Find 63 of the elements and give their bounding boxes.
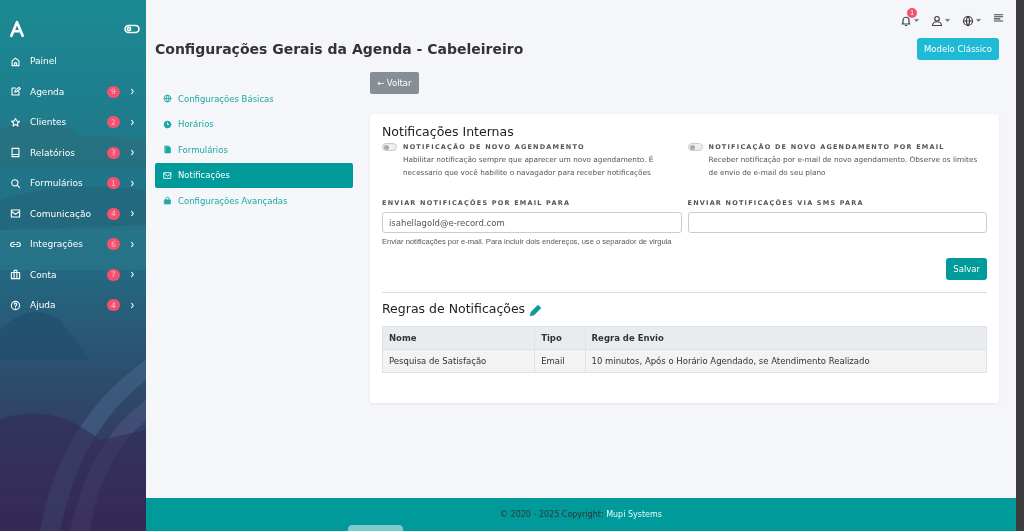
scrollbar[interactable] <box>1016 0 1024 531</box>
copyright-text: © 2020 - 2025 Copyright: Mupi Systems <box>500 510 662 519</box>
book-icon <box>10 147 21 159</box>
settings-nav-item[interactable]: Notificações <box>155 162 353 188</box>
back-button[interactable]: ← Voltar <box>370 72 419 94</box>
column-header: Nome <box>382 326 535 350</box>
sidebar-label: Formulários <box>30 178 84 189</box>
chevron-icon <box>129 301 136 309</box>
sidebar-label: Clientes <box>30 117 68 128</box>
edit-icon <box>10 86 21 98</box>
menu-icon <box>993 11 1004 23</box>
sidebar-label: Relatórios <box>30 147 76 158</box>
sidebar-label: Integrações <box>30 239 85 250</box>
caret-icon <box>914 18 919 23</box>
section-title: Regras de Notificações <box>382 301 526 316</box>
lock-icon <box>163 196 172 206</box>
file-icon <box>163 145 172 155</box>
briefcase-icon <box>10 269 21 281</box>
star-icon <box>10 116 21 128</box>
logo-icon <box>8 20 26 38</box>
chevron-icon <box>129 118 136 126</box>
user-icon <box>931 14 943 27</box>
classic-model-button[interactable]: Modelo Clássico <box>916 38 999 60</box>
column-header: Regra de Envio <box>585 326 987 350</box>
chevron-icon <box>129 271 136 279</box>
sidebar-label: Comunicação <box>30 208 92 219</box>
section-title: Notificações Internas <box>382 124 515 139</box>
globe-icon <box>163 94 172 104</box>
sidebar-label: Painel <box>30 56 58 67</box>
caret-icon <box>976 18 981 23</box>
mail-icon <box>163 170 172 180</box>
sidebar-label: Ajuda <box>30 300 57 311</box>
sidebar-item[interactable]: Painel <box>0 46 146 77</box>
help-icon <box>10 299 21 311</box>
bell-icon <box>900 14 912 27</box>
chevron-icon <box>129 88 136 96</box>
page-title: Configurações Gerais da Agenda - Cabeleireiro <box>155 41 524 57</box>
sidebar-label: Conta <box>30 269 58 280</box>
settings-nav-item[interactable]: Configurações Básicas <box>155 86 353 112</box>
chevron-icon <box>129 240 136 248</box>
chevron-icon <box>129 179 136 187</box>
chevron-icon <box>129 149 136 157</box>
search-icon <box>10 177 21 189</box>
input-field[interactable] <box>687 212 987 233</box>
input-field[interactable]: isahellagold@e-record.com <box>382 212 682 233</box>
toggle-switch[interactable] <box>687 143 703 151</box>
caret-icon <box>945 18 950 23</box>
settings-nav-item[interactable]: Configurações Avançadas <box>155 188 353 214</box>
toggle-switch[interactable] <box>382 143 397 151</box>
company-link[interactable]: Mupi Systems <box>606 510 662 519</box>
globe-icon <box>962 14 974 27</box>
home-icon <box>10 55 21 67</box>
sidebar-label: Agenda <box>30 86 66 97</box>
pencil-icon <box>529 304 543 317</box>
clock-icon <box>163 119 172 129</box>
table-cell: 10 minutos, Após o Horário Agendado, se Atendimento Realizado <box>585 349 987 373</box>
table-cell: Pesquisa de Satisfação <box>382 349 535 373</box>
mail-icon <box>10 208 21 220</box>
save-button[interactable]: Salvar <box>946 258 987 280</box>
settings-nav-item[interactable]: Horários <box>155 111 353 137</box>
chevron-icon <box>129 210 136 218</box>
settings-nav-item[interactable]: Formulários <box>155 137 353 163</box>
column-header: Tipo <box>534 326 586 350</box>
